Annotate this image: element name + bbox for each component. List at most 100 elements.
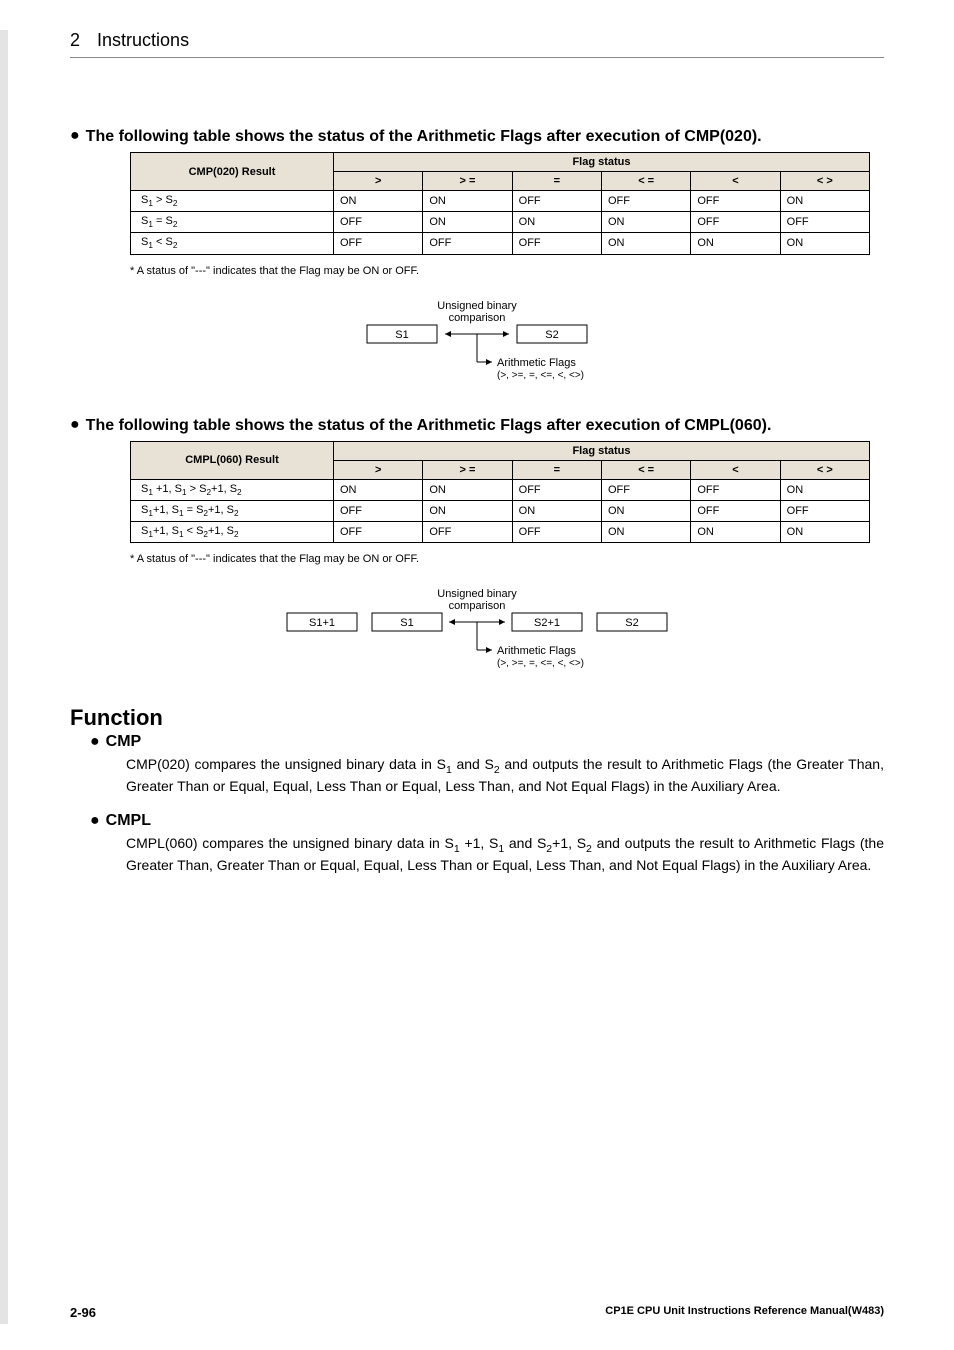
heading-text: The following table shows the status of … — [86, 417, 772, 435]
function-title: Function — [70, 705, 884, 731]
row-label: S1 > S2 — [131, 191, 334, 212]
diagram-label-top1: Unsigned binary — [437, 588, 517, 600]
heading-text: The following table shows the status of … — [86, 128, 762, 146]
cell: ON — [512, 500, 601, 521]
arrowhead-left-icon — [449, 619, 455, 625]
arrowhead-right-icon — [499, 619, 505, 625]
table-row: S1+1, S1 = S2+1, S2 OFF ON ON ON OFF OFF — [131, 500, 870, 521]
cell: ON — [423, 479, 512, 500]
arrowhead-left-icon — [445, 331, 451, 337]
cell: ON — [423, 191, 512, 212]
flags-label: Arithmetic Flags — [497, 357, 576, 369]
table-cmp020: CMP(020) Result Flag status > > = = < = … — [130, 152, 870, 255]
diagram-label-top2: comparison — [449, 600, 506, 612]
cell: ON — [780, 479, 869, 500]
s2p1-label: S2+1 — [534, 617, 560, 629]
page-content: 2 Instructions ● The following table sho… — [0, 0, 954, 1300]
cell: ON — [780, 233, 869, 254]
row-label: S1 < S2 — [131, 233, 334, 254]
cmpl-body: CMPL(060) compares the unsigned binary d… — [126, 834, 884, 875]
cell: OFF — [780, 500, 869, 521]
sub-cmpl-label: CMPL — [106, 812, 151, 830]
bullet-icon: ● — [70, 128, 80, 146]
page-footer: 2-96 CP1E CPU Unit Instructions Referenc… — [70, 1305, 884, 1320]
table-row: S1 < S2 OFF OFF OFF ON ON ON — [131, 233, 870, 254]
col-lt: < — [691, 172, 780, 191]
row-label: S1 +1, S1 > S2+1, S2 — [131, 479, 334, 500]
heading-cmpl060: ● The following table shows the status o… — [70, 417, 884, 435]
cell: OFF — [334, 500, 423, 521]
cell: ON — [780, 191, 869, 212]
cell: OFF — [691, 479, 780, 500]
cell: ON — [423, 212, 512, 233]
col-result-header: CMP(020) Result — [131, 153, 334, 191]
cmp-body: CMP(020) compares the unsigned binary da… — [126, 755, 884, 796]
table-row: S1 = S2 OFF ON ON ON OFF OFF — [131, 212, 870, 233]
col-eq: = — [512, 172, 601, 191]
footnote-1: * A status of "---" indicates that the F… — [130, 265, 884, 277]
chapter-title: Instructions — [97, 30, 189, 50]
cell: ON — [512, 212, 601, 233]
col-flag-status-header: Flag status — [334, 153, 870, 172]
bullet-icon: ● — [90, 733, 100, 751]
arrowhead-right2-icon — [486, 647, 492, 653]
flags-detail: (>, >=, =, <=, <, <>) — [497, 370, 584, 381]
arrowhead-right-icon — [503, 331, 509, 337]
cell: ON — [601, 500, 690, 521]
diagram-cmpl: Unsigned binary comparison S1+1 S1 S2+1 … — [227, 585, 727, 685]
col-gt: > — [334, 460, 423, 479]
col-result-header: CMPL(060) Result — [131, 441, 334, 479]
cell: OFF — [512, 191, 601, 212]
table-row: S1 > S2 ON ON OFF OFF OFF ON — [131, 191, 870, 212]
cell: OFF — [780, 212, 869, 233]
table-row: S1 +1, S1 > S2+1, S2 ON ON OFF OFF OFF O… — [131, 479, 870, 500]
s2-label: S2 — [545, 329, 558, 341]
col-lt: < — [691, 460, 780, 479]
col-gte: > = — [423, 172, 512, 191]
cell: OFF — [334, 521, 423, 542]
chapter-header: 2 Instructions — [70, 30, 884, 58]
cell: ON — [780, 521, 869, 542]
cell: OFF — [691, 500, 780, 521]
diagram-cmp: Unsigned binary comparison S1 S2 Arithme… — [297, 297, 657, 397]
cell: ON — [601, 212, 690, 233]
s1p1-label: S1+1 — [309, 617, 335, 629]
col-flag-status-header: Flag status — [334, 441, 870, 460]
flags-label: Arithmetic Flags — [497, 645, 576, 657]
cell: OFF — [512, 233, 601, 254]
bullet-icon: ● — [70, 417, 80, 435]
bullet-icon: ● — [90, 812, 100, 830]
row-label: S1+1, S1 = S2+1, S2 — [131, 500, 334, 521]
doc-title: CP1E CPU Unit Instructions Reference Man… — [605, 1305, 884, 1320]
cell: ON — [601, 233, 690, 254]
cell: OFF — [691, 212, 780, 233]
diagram-label-top1: Unsigned binary — [437, 300, 517, 312]
arrowhead-right2-icon — [486, 359, 492, 365]
sub-cmp-label: CMP — [106, 733, 142, 751]
cell: ON — [423, 500, 512, 521]
cell: OFF — [601, 479, 690, 500]
footnote-2: * A status of "---" indicates that the F… — [130, 553, 884, 565]
row-label: S1+1, S1 < S2+1, S2 — [131, 521, 334, 542]
cell: ON — [334, 479, 423, 500]
col-eq: = — [512, 460, 601, 479]
cell: OFF — [512, 479, 601, 500]
cell: ON — [691, 233, 780, 254]
col-gte: > = — [423, 460, 512, 479]
diagram-label-top2: comparison — [449, 312, 506, 324]
col-ne: < > — [780, 460, 869, 479]
s2-label: S2 — [625, 617, 638, 629]
cell: OFF — [423, 233, 512, 254]
cell: OFF — [334, 233, 423, 254]
col-ne: < > — [780, 172, 869, 191]
row-label: S1 = S2 — [131, 212, 334, 233]
cell: ON — [691, 521, 780, 542]
cell: ON — [601, 521, 690, 542]
cell: OFF — [691, 191, 780, 212]
cell: OFF — [512, 521, 601, 542]
col-lte: < = — [601, 172, 690, 191]
sub-cmp: ● CMP — [90, 733, 884, 751]
cell: OFF — [334, 212, 423, 233]
cell: ON — [334, 191, 423, 212]
flags-detail: (>, >=, =, <=, <, <>) — [497, 658, 584, 669]
